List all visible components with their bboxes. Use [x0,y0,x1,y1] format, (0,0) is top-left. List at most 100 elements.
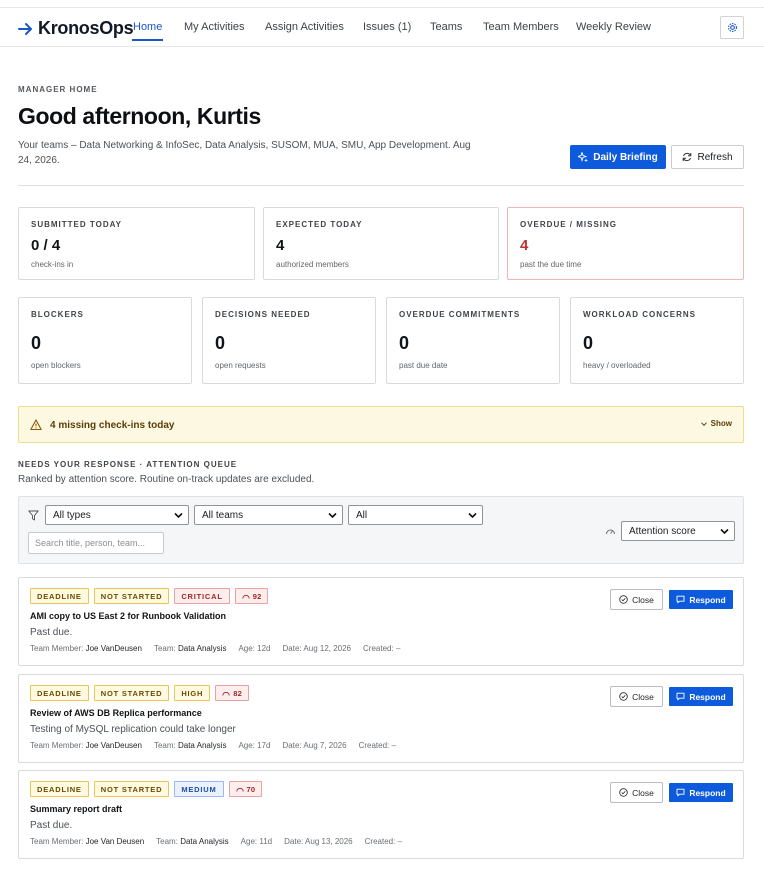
alert-show-toggle[interactable]: Show [700,419,732,428]
message-icon [676,788,685,797]
message-icon [676,692,685,701]
settings-button[interactable] [720,16,744,39]
close-item-button[interactable]: Close [610,686,663,707]
respond-button[interactable]: Respond [669,590,733,609]
queue-filters: All types All teams All Search title, pe… [18,496,744,564]
item-description: Past due. [30,820,73,831]
stat-value: 0 / 4 [31,237,61,254]
item-created: – [391,741,396,750]
chevron-down-icon [720,528,729,535]
refresh-button[interactable]: Refresh [671,145,744,169]
stat-caption: past due date [399,361,448,370]
item-team: Data Analysis [180,837,229,846]
item-team: Data Analysis [177,741,227,750]
page-title: Good afternoon, Kurtis [18,103,261,129]
queue-title: NEEDS YOUR RESPONSE · ATTENTION QUEUE [18,460,238,469]
sparkle-icon [578,152,589,162]
close-label: Close [632,594,654,605]
stat-value: 0 [583,333,594,353]
nav-weekly-review[interactable]: Weekly Review [576,21,651,33]
stat-overdue-missing: OVERDUE / MISSING 4 past the due time [507,207,744,280]
item-created: – [397,837,403,846]
stat-label: WORKLOAD CONCERNS [583,310,696,319]
respond-button[interactable]: Respond [669,687,733,706]
item-date: Aug 7, 2026 [303,741,347,750]
chevron-down-icon [174,512,183,519]
item-title: Summary report draft [30,804,123,814]
close-item-button[interactable]: Close [610,589,663,610]
stat-value: 4 [276,237,285,254]
gauge-icon [222,691,230,696]
stat-label: EXPECTED TODAY [276,220,363,229]
respond-label: Respond [689,594,726,605]
respond-button[interactable]: Respond [669,783,733,802]
item-age: 17d [257,741,271,750]
type-filter-value: All types [53,509,91,521]
top-edge [0,0,764,8]
team-filter-select[interactable]: All teams [194,505,343,525]
stat-caption: open requests [215,361,266,370]
stat-expected-today: EXPECTED TODAY 4 authorized members [263,207,499,280]
queue-item: DEADLINE NOT STARTED HIGH 82 Review of A… [18,674,744,763]
tag-priority: HIGH [174,685,211,701]
item-date: Aug 12, 2026 [303,644,352,653]
item-member: Joe VanDeusen [85,741,142,750]
tag-deadline: DEADLINE [30,781,89,797]
nav-teams[interactable]: Teams [430,21,462,33]
chevron-down-icon [328,512,337,519]
meta-label: Created: [364,837,396,846]
tag-status: NOT STARTED [93,588,170,604]
stat-caption: past the due time [520,260,582,269]
tag-deadline: DEADLINE [30,588,89,604]
teams-summary: Your teams – Data Networking & InfoSec, … [18,140,471,166]
meta-label: Date: [282,644,302,653]
item-description: Testing of MySQL replication could take … [30,724,236,735]
attention-score: 82 [233,688,243,698]
tag-status: NOT STARTED [93,781,170,797]
queue-item: DEADLINE NOT STARTED CRITICAL 92 AMI cop… [18,577,744,666]
status-filter-select[interactable]: All [348,505,483,525]
meta-label: Created: [363,644,394,653]
stat-label: SUBMITTED TODAY [31,220,123,229]
stat-value: 0 [215,333,226,353]
item-meta: Team Member: Joe VanDeusen Team: Data An… [30,741,408,750]
warning-icon [30,419,42,431]
message-icon [676,595,685,604]
sort-value: Attention score [629,525,696,537]
status-filter-value: All [356,509,368,521]
item-tags: DEADLINE NOT STARTED MEDIUM 70 [30,781,263,797]
gauge-icon [606,529,615,535]
item-description: Past due. [30,627,73,638]
gauge-icon [242,594,250,599]
filter-icon [28,510,39,521]
respond-label: Respond [689,787,726,798]
gear-icon [727,23,737,32]
attention-score: 92 [252,591,262,601]
item-created: – [395,644,401,653]
stat-label: BLOCKERS [31,310,84,319]
nav-assign-activities[interactable]: Assign Activities [265,21,344,33]
header-divider [18,185,744,186]
nav-my-activities[interactable]: My Activities [184,21,245,33]
stat-caption: heavy / overloaded [583,361,651,370]
nav-issues[interactable]: Issues (1) [363,21,411,33]
stat-decisions-needed: DECISIONS NEEDED 0 open requests [202,297,376,384]
item-member: Joe VanDeusen [85,644,142,653]
refresh-label: Refresh [697,151,733,163]
meta-label: Team: [156,837,178,846]
close-item-button[interactable]: Close [610,782,663,803]
stat-blockers: BLOCKERS 0 open blockers [18,297,192,384]
item-tags: DEADLINE NOT STARTED CRITICAL 92 [30,588,269,604]
refresh-icon [683,152,692,162]
chevron-down-icon [468,512,477,519]
type-filter-select[interactable]: All types [45,505,189,525]
nav-home[interactable]: Home [131,21,164,41]
app-logo[interactable]: KronosOps [18,18,134,39]
sort-select[interactable]: Attention score [621,521,735,541]
meta-label: Date: [284,837,304,846]
stat-overdue-commitments: OVERDUE COMMITMENTS 0 past due date [386,297,560,384]
item-meta: Team Member: Joe VanDeusen Team: Data An… [30,644,412,653]
queue-search-input[interactable]: Search title, person, team... [28,532,164,554]
nav-team-members[interactable]: Team Members [483,21,559,33]
daily-briefing-button[interactable]: Daily Briefing [570,145,666,169]
